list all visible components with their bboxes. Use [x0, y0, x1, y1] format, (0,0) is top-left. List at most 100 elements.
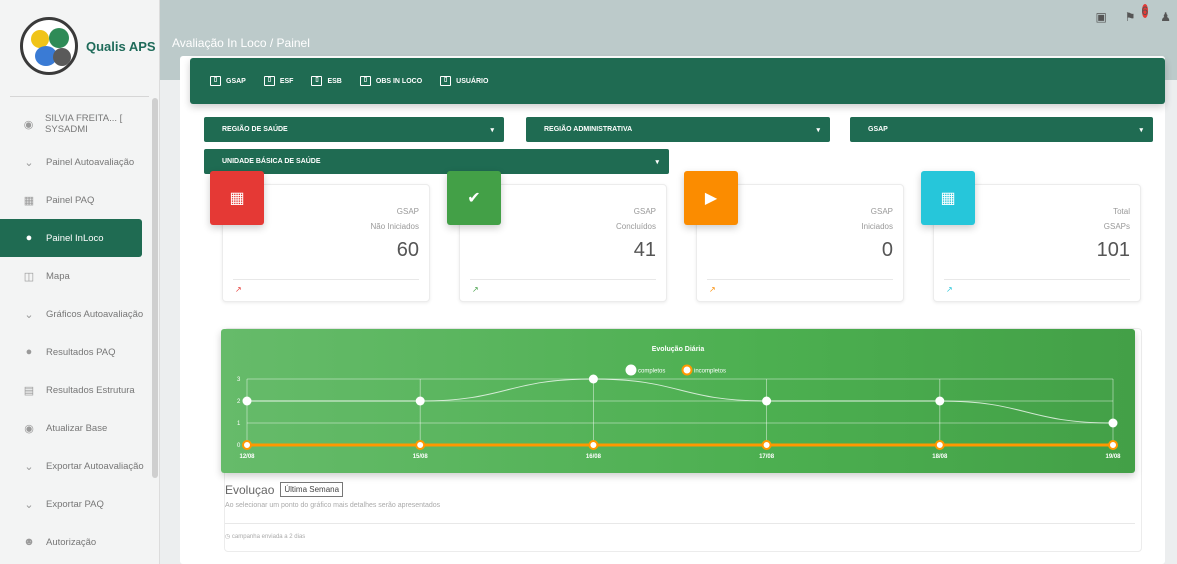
- tab-esf[interactable]: ▯ ESF: [263, 76, 294, 86]
- x-tick-label: 15/08: [413, 454, 429, 460]
- stat-card-iniciados: ▶ GSAP Iniciados 0 ↗: [684, 171, 904, 302]
- sidebar-item-label: Painel InLoco: [46, 232, 104, 244]
- period-button[interactable]: Última Semana: [280, 482, 344, 497]
- report-icon: ▤: [23, 384, 35, 397]
- sidebar-item-atualizar-base[interactable]: ◉ Atualizar Base: [0, 409, 159, 447]
- tab-bar: ▯ GSAP ▯ ESF ▯ ESB ▯ OBS IN LOCO ▯ USUÁRIO: [190, 58, 1165, 104]
- data-point: [934, 440, 945, 450]
- evolution-chart: Evolução Diária completos incompletos 012…: [221, 329, 1135, 473]
- card-divider: [233, 279, 419, 280]
- tab-icon: ▯: [311, 76, 323, 86]
- x-tick-label: 17/08: [759, 454, 775, 460]
- tab-esb[interactable]: ▯ ESB: [311, 76, 342, 86]
- chevron-down-icon: ⌄: [24, 156, 34, 169]
- sidebar-item-autorizacao[interactable]: ☻ Autorização: [0, 523, 159, 561]
- footer-text: campanha enviada a 2 dias: [231, 534, 306, 540]
- top-icons: ▣ ⚑ 6 ♟: [1095, 4, 1171, 24]
- card-divider: [470, 279, 656, 280]
- sidebar-item-label: SILVIA FREITA... [ SYSADMI: [45, 113, 123, 135]
- sidebar-item-label: Resultados PAQ: [46, 346, 116, 358]
- logo-text: Qualis APS: [86, 38, 156, 54]
- data-point: [588, 440, 599, 450]
- chart-series: [242, 374, 1118, 450]
- map-icon: ◫: [23, 270, 35, 283]
- card-divider: [707, 279, 893, 280]
- lightbulb-icon: ●: [25, 232, 33, 244]
- notifications-icon[interactable]: ⚑ 6: [1125, 4, 1149, 24]
- regiao-administrativa-select[interactable]: REGIÃO ADMINISTRATIVA ▾: [526, 117, 830, 142]
- tab-gsap[interactable]: ▯ GSAP: [210, 76, 246, 86]
- legend-marker: [625, 364, 637, 376]
- lightbulb-icon: ●: [25, 346, 33, 358]
- sidebar-scrollbar[interactable]: [152, 98, 158, 478]
- tab-icon: ▯: [440, 76, 452, 86]
- sidebar-item-user[interactable]: ◉ SILVIA FREITA... [ SYSADMI: [0, 105, 159, 143]
- regiao-saude-select[interactable]: REGIÃO DE SAÚDE ▾: [204, 117, 504, 142]
- logo[interactable]: Qualis APS: [0, 0, 159, 92]
- card-divider: [944, 279, 1130, 280]
- y-tick-label: 2: [237, 399, 241, 405]
- messages-icon[interactable]: ▣: [1095, 10, 1106, 24]
- data-point: [761, 440, 772, 450]
- sidebar-divider: [10, 96, 149, 97]
- data-point: [415, 440, 426, 450]
- card-value: 0: [881, 239, 893, 261]
- card-label: GSAP: [633, 207, 656, 216]
- sidebar-item-exportar-autoavaliacao[interactable]: ⌄ Exportar Autoavaliação: [0, 447, 159, 485]
- sidebar-nav: ◉ SILVIA FREITA... [ SYSADMI ⌄ Painel Auto…: [0, 105, 159, 561]
- data-point: [1108, 440, 1118, 450]
- trend-icon: ↗: [946, 285, 953, 294]
- chart-grid: 0 1 2 3: [237, 377, 1114, 449]
- x-tick-label: 16/08: [586, 454, 602, 460]
- x-tick-label: 12/08: [239, 454, 255, 460]
- data-point: [1108, 418, 1118, 428]
- clock-icon: ◷: [225, 534, 231, 540]
- stat-card-concluidos: ✔ GSAP Concluídos 41 ↗: [447, 171, 667, 302]
- logo-icon: [20, 17, 78, 75]
- caret-down-icon: ▾: [655, 159, 659, 166]
- chart-legend: completos incompletos: [625, 364, 726, 376]
- x-tick-label: 18/08: [932, 454, 948, 460]
- sidebar-item-graficos-autoavaliacao[interactable]: ⌄ Gráficos Autoavaliação: [0, 295, 159, 333]
- data-point: [242, 440, 252, 450]
- trend-icon: ↗: [472, 285, 479, 294]
- legend-marker: [681, 364, 693, 376]
- legend-label: completos: [638, 369, 665, 375]
- sidebar-item-mapa[interactable]: ◫ Mapa: [0, 257, 159, 295]
- tab-usuario[interactable]: ▯ USUÁRIO: [440, 76, 488, 86]
- sidebar-item-painel-inloco[interactable]: ● Painel InLoco: [0, 219, 142, 257]
- caret-down-icon: ▾: [816, 127, 820, 134]
- gsap-select[interactable]: GSAP ▾: [850, 117, 1153, 142]
- chevron-down-icon: ⌄: [24, 308, 34, 321]
- sidebar-item-resultados-paq[interactable]: ● Resultados PAQ: [0, 333, 159, 371]
- dashboard-icon: ▦: [210, 171, 264, 225]
- card-sublabel: Concluídos: [615, 222, 656, 231]
- sidebar-item-label: Painel PAQ: [46, 194, 95, 206]
- card-value: 101: [1096, 239, 1130, 261]
- sidebar-item-resultados-estrutura[interactable]: ▤ Resultados Estrutura: [0, 371, 159, 409]
- select-label: UNIDADE BÁSICA DE SAÚDE: [222, 158, 321, 165]
- account-icon[interactable]: ♟: [1160, 10, 1171, 24]
- ubs-select[interactable]: UNIDADE BÁSICA DE SAÚDE ▾: [204, 149, 669, 174]
- info-icon: ◉: [24, 422, 34, 435]
- sidebar-item-exportar-paq[interactable]: ⌄ Exportar PAQ: [0, 485, 159, 523]
- play-icon: ▶: [684, 171, 738, 225]
- card-value: 60: [396, 239, 419, 261]
- chevron-down-icon: ⌄: [24, 498, 34, 511]
- trend-icon: ↗: [709, 285, 716, 294]
- tab-label: ESF: [279, 77, 294, 85]
- data-point: [242, 396, 252, 406]
- card-sublabel: GSAPs: [1103, 222, 1130, 231]
- sidebar-item-painel-autoavaliacao[interactable]: ⌄ Painel Autoavaliação: [0, 143, 159, 181]
- tab-obs-in-loco[interactable]: ▯ OBS IN LOCO: [359, 76, 422, 86]
- sidebar-item-painel-paq[interactable]: ▦ Painel PAQ: [0, 181, 159, 219]
- y-tick-label: 0: [237, 443, 241, 449]
- tab-icon: ▯: [263, 76, 275, 86]
- select-label: REGIÃO ADMINISTRATIVA: [544, 126, 633, 133]
- sidebar-item-label: Resultados Estrutura: [46, 384, 135, 396]
- tab-icon: ▯: [210, 76, 221, 86]
- chart-hint: Ao selecionar um ponto do gráfico mais d…: [225, 502, 441, 509]
- sidebar-item-label: Exportar PAQ: [46, 498, 104, 510]
- card-label: Total: [1113, 207, 1130, 216]
- card-label: GSAP: [870, 207, 893, 216]
